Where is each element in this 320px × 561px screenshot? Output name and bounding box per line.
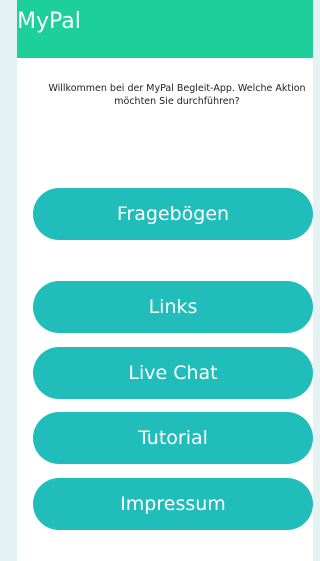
- questionnaires-button[interactable]: Fragebögen: [33, 188, 313, 240]
- welcome-message: Willkommen bei der MyPal Begleit-App. We…: [48, 83, 306, 107]
- app-title: MyPal: [17, 9, 81, 34]
- links-button[interactable]: Links: [33, 281, 313, 333]
- app-screen: MyPal Willkommen bei der MyPal Begleit-A…: [17, 0, 313, 561]
- tutorial-button[interactable]: Tutorial: [33, 412, 313, 464]
- live-chat-button[interactable]: Live Chat: [33, 347, 313, 399]
- app-bar: MyPal: [17, 0, 313, 58]
- imprint-button[interactable]: Impressum: [33, 478, 313, 530]
